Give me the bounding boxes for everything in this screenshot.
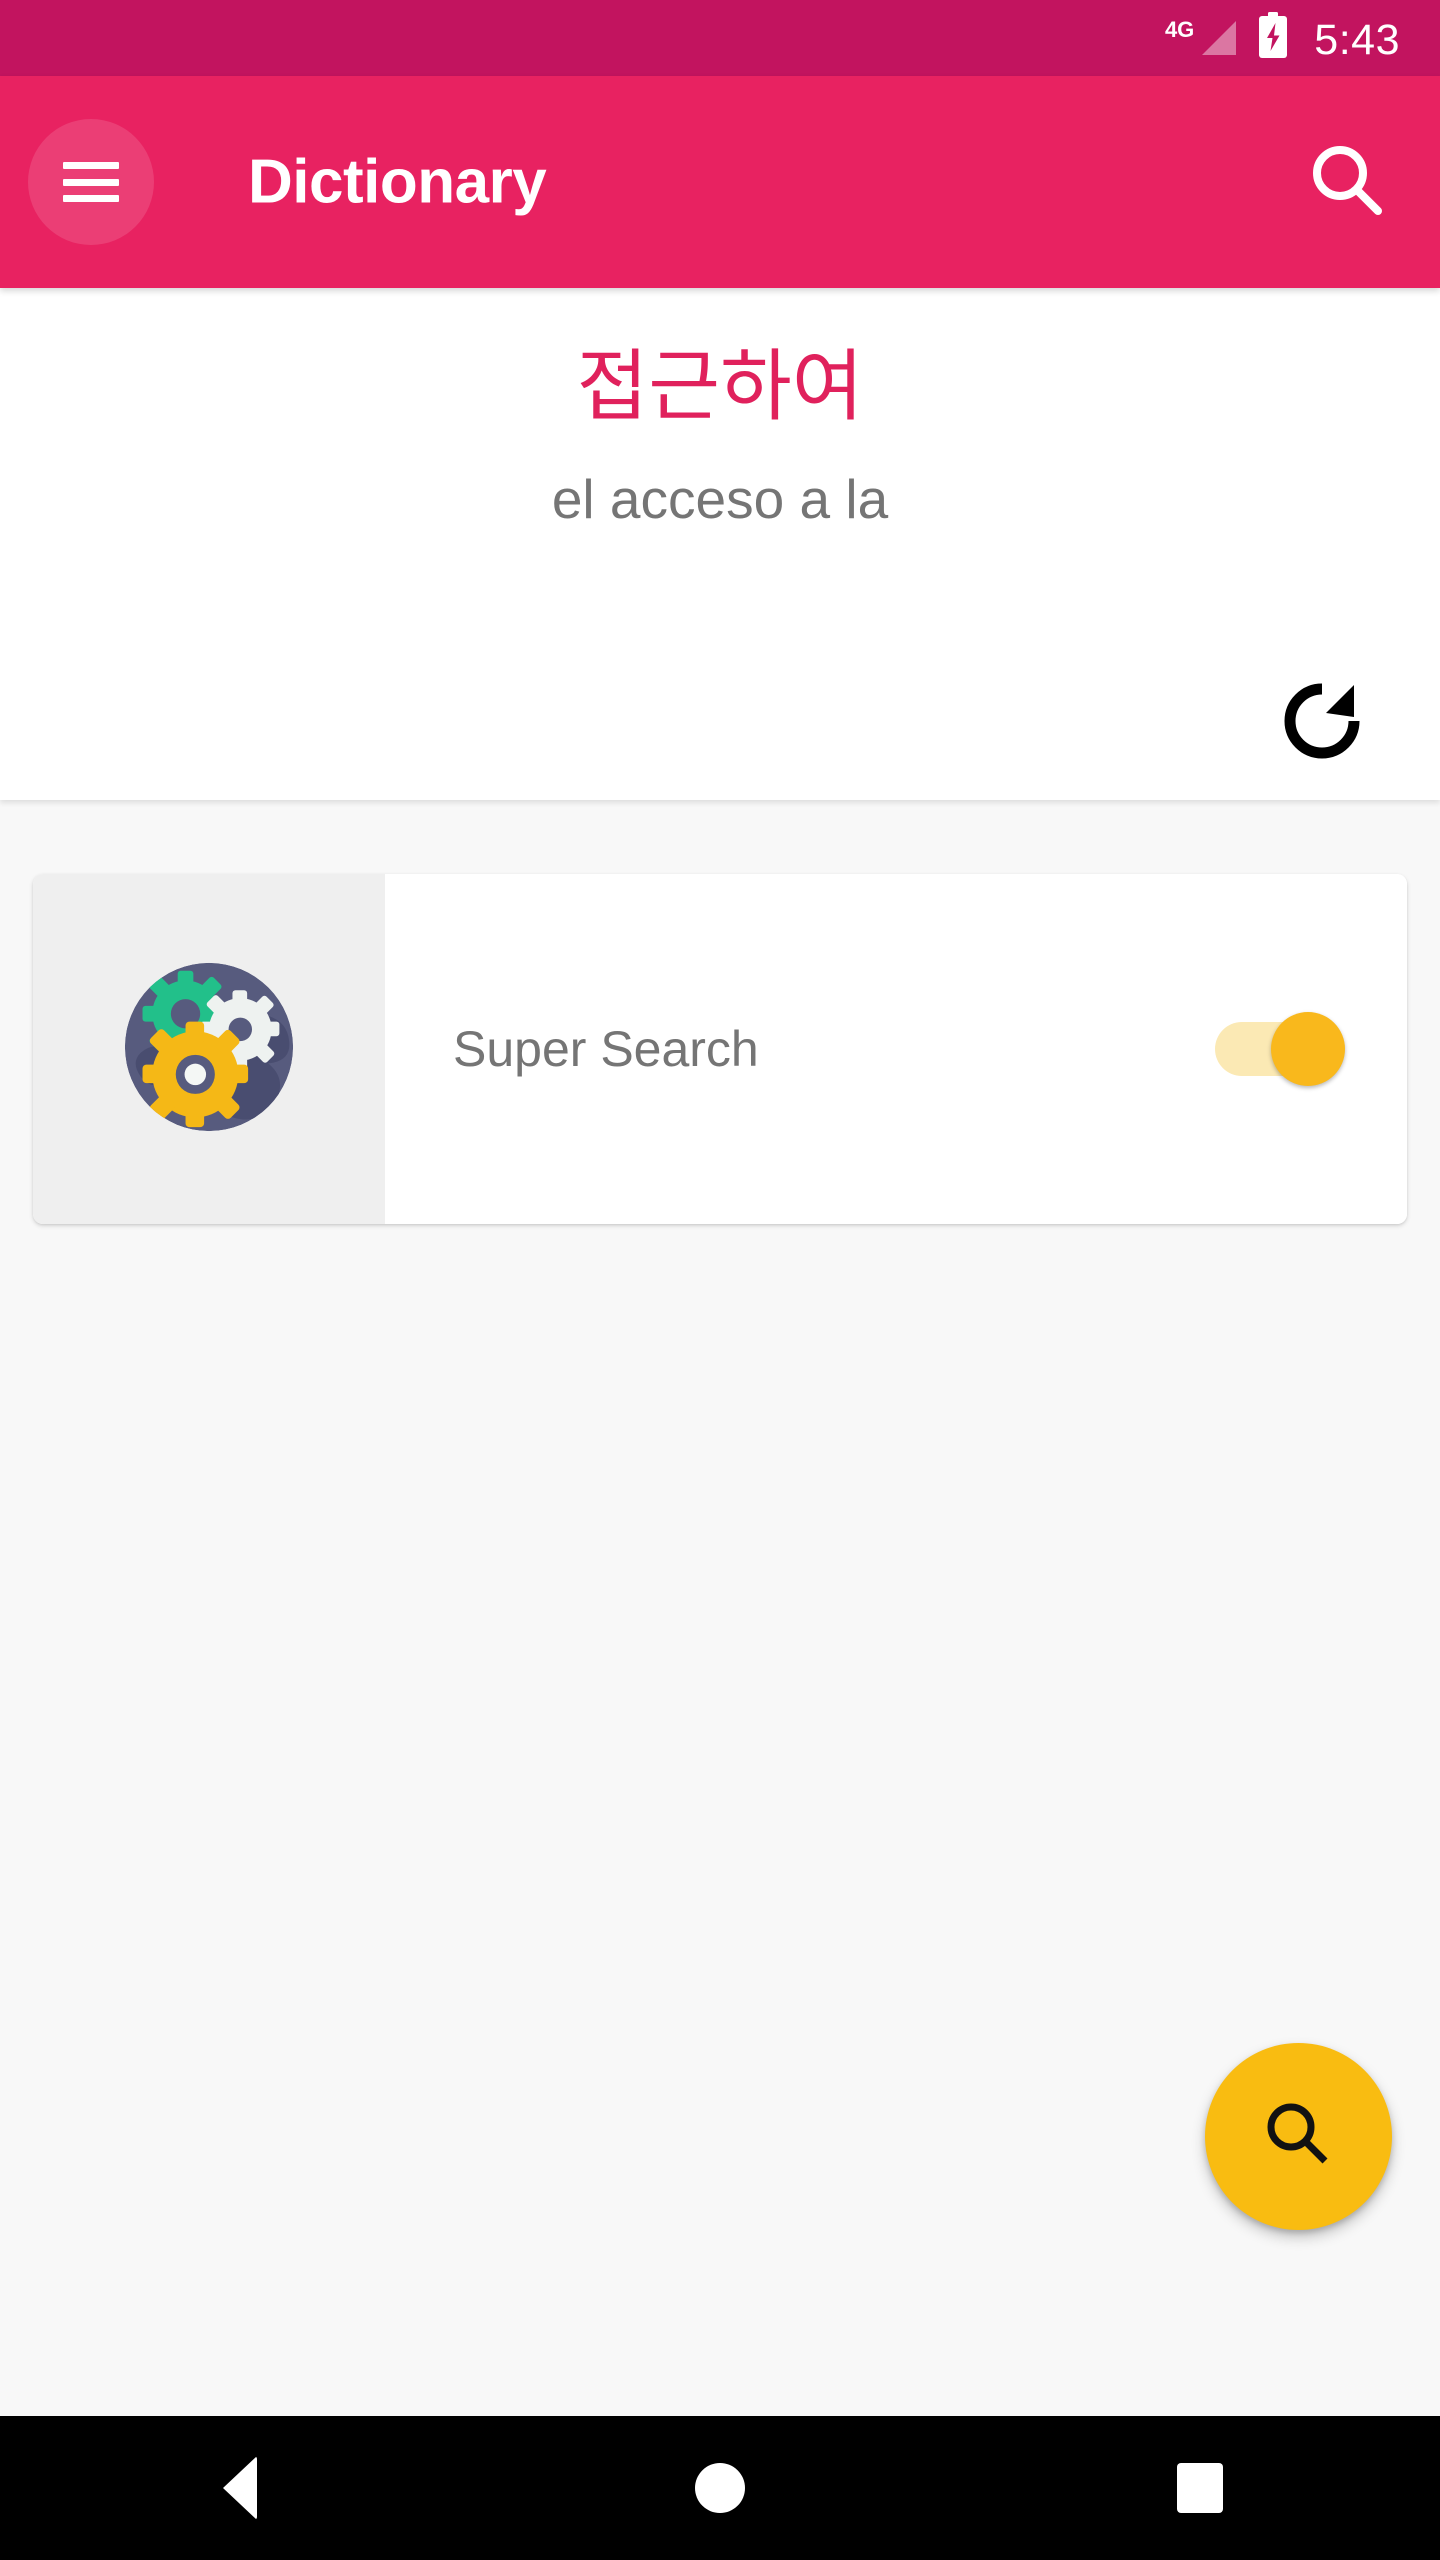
word-translation: el acceso a la [551,468,889,530]
home-circle-icon [695,2463,745,2513]
nav-home-button[interactable] [480,2416,960,2560]
card-icon-panel [33,874,385,1224]
hamburger-menu-button[interactable] [28,119,154,245]
refresh-icon [1274,673,1370,772]
android-navigation-bar [0,2416,1440,2560]
status-bar-clock: 5:43 [1314,16,1400,64]
network-type-label: 4G [1164,17,1195,42]
app-bar: Dictionary [0,76,1440,288]
battery-charging-icon [1258,12,1288,58]
recents-square-icon [1177,2463,1223,2513]
super-search-label: Super Search [453,1021,759,1077]
nav-recents-button[interactable] [960,2416,1440,2560]
signal-bars-icon [1196,17,1238,59]
gears-globe-icon [121,959,297,1140]
hamburger-menu-icon [63,162,119,202]
search-icon [1257,2093,1341,2180]
card-body: Super Search [385,874,1407,1224]
super-search-toggle[interactable] [1215,1012,1345,1086]
status-bar: 4G 5:43 [0,0,1440,76]
search-icon [1302,135,1394,230]
nav-back-button[interactable] [0,2416,480,2560]
toggle-thumb [1271,1012,1345,1086]
page-title: Dictionary [248,147,547,217]
refresh-button[interactable] [1274,674,1370,770]
search-fab[interactable] [1205,2043,1392,2230]
appbar-search-button[interactable] [1302,136,1394,228]
back-triangle-icon [223,2456,257,2520]
app-screen: 4G 5:43 Dictionary 접근하여 el acceso a la S… [0,0,1440,2560]
super-search-card[interactable]: Super Search [33,874,1407,1224]
status-bar-icons: 4G 5:43 [1164,12,1400,64]
word-term: 접근하여 [576,342,864,430]
word-display-panel: 접근하여 el acceso a la [0,288,1440,800]
